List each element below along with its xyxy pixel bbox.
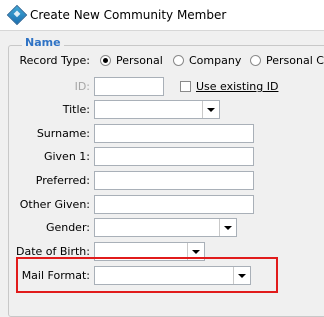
- surname-label: Surname:: [36, 127, 90, 140]
- record-type-label: Record Type:: [19, 54, 90, 67]
- use-existing-id-checkbox[interactable]: [180, 81, 191, 92]
- other-given-label: Other Given:: [19, 198, 90, 211]
- title-combo[interactable]: [94, 100, 220, 119]
- title-label: Title:: [62, 103, 90, 116]
- group-legend: Name: [22, 36, 64, 49]
- mail-format-combo[interactable]: [94, 266, 251, 285]
- preferred-input[interactable]: [94, 171, 254, 190]
- given1-input[interactable]: [94, 147, 254, 166]
- gender-label: Gender:: [45, 221, 90, 234]
- radio-company[interactable]: [173, 55, 184, 66]
- gender-combo[interactable]: [94, 218, 237, 237]
- other-given-input[interactable]: [94, 195, 254, 214]
- radio-company-label: Company: [189, 54, 242, 67]
- app-icon: [6, 4, 28, 26]
- preferred-label: Preferred:: [35, 174, 90, 187]
- chevron-down-icon[interactable]: [219, 219, 236, 236]
- use-existing-id-label: Use existing ID: [196, 80, 279, 93]
- id-input[interactable]: [94, 77, 164, 96]
- chevron-down-icon[interactable]: [233, 267, 250, 284]
- window-title: Create New Community Member: [30, 8, 227, 22]
- radio-personal[interactable]: [100, 55, 111, 66]
- surname-input[interactable]: [94, 124, 254, 143]
- radio-personal-co[interactable]: [250, 55, 261, 66]
- radio-personal-co-label: Personal Co: [266, 54, 324, 67]
- id-label: ID:: [74, 80, 90, 93]
- chevron-down-icon[interactable]: [202, 101, 219, 118]
- given1-label: Given 1:: [43, 150, 90, 163]
- mail-format-label: Mail Format:: [21, 269, 90, 282]
- window-titlebar: Create New Community Member: [0, 0, 324, 31]
- radio-personal-label: Personal: [116, 54, 163, 67]
